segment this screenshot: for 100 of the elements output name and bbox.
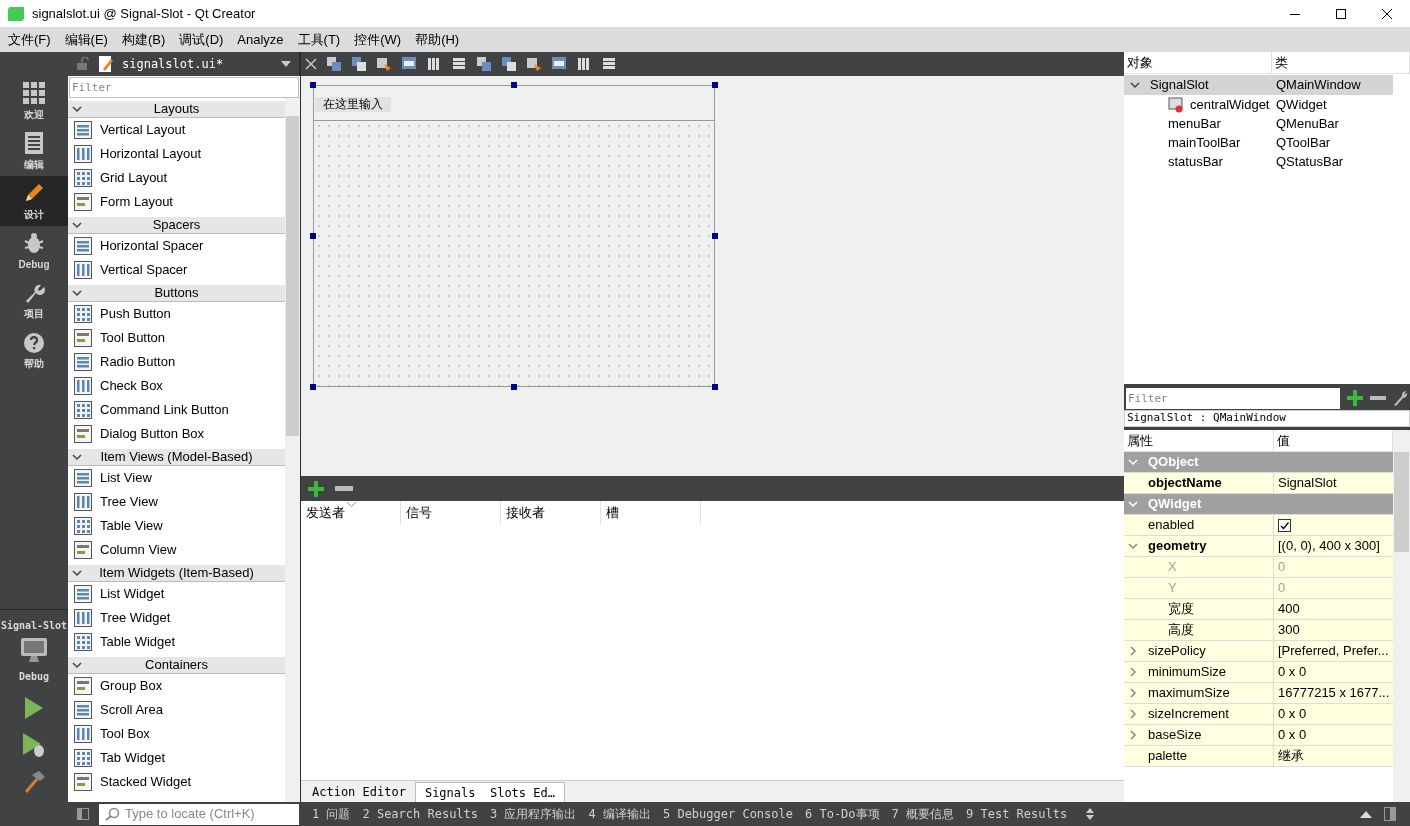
chevron-right-icon[interactable] xyxy=(1128,730,1138,740)
scrollbar[interactable] xyxy=(1393,430,1410,802)
resize-handle[interactable] xyxy=(511,82,517,88)
widget-item[interactable]: Vertical Spacer xyxy=(68,258,285,282)
minus-icon[interactable] xyxy=(1370,395,1386,401)
widget-item[interactable]: Check Box xyxy=(68,374,285,398)
menu-item[interactable]: 工具(T) xyxy=(291,29,347,50)
mode-button[interactable]: 欢迎 xyxy=(0,76,68,126)
property-value[interactable]: 0 x 0 xyxy=(1278,662,1307,682)
debug-run-icon[interactable] xyxy=(22,732,46,758)
category-header[interactable]: Buttons xyxy=(68,285,285,302)
scrollbar[interactable] xyxy=(285,98,300,802)
column-header[interactable]: 信号 xyxy=(401,501,501,525)
chevron-right-icon[interactable] xyxy=(1128,709,1138,719)
column-header[interactable]: 类 xyxy=(1272,52,1410,73)
widget-item[interactable]: List Widget xyxy=(68,582,285,606)
chevron-down-icon[interactable] xyxy=(72,104,82,114)
column-header[interactable]: 属性 xyxy=(1124,430,1274,451)
resize-handle[interactable] xyxy=(310,233,316,239)
category-header[interactable]: Item Widgets (Item-Based) xyxy=(68,565,285,582)
output-pane-button[interactable]: 3 应用程序输出 xyxy=(490,805,577,823)
output-pane-button[interactable]: 4 编译输出 xyxy=(588,805,651,823)
property-row[interactable]: 高度 300 xyxy=(1124,620,1393,641)
menu-item[interactable]: 文件(F) xyxy=(2,29,57,50)
tree-row[interactable]: centralWidget QWidget xyxy=(1124,95,1393,114)
menu-item[interactable]: 调试(D) xyxy=(173,29,230,50)
output-pane-button[interactable]: 9 Test Results xyxy=(966,805,1068,823)
widget-item[interactable]: Tool Button xyxy=(68,326,285,350)
property-value[interactable]: 400 xyxy=(1278,599,1300,619)
property-value[interactable]: [(0, 0), 400 x 300] xyxy=(1278,536,1380,556)
sidebar-toggle-icon[interactable] xyxy=(1384,807,1396,821)
widget-item[interactable]: Form Layout xyxy=(68,190,285,214)
resize-handle[interactable] xyxy=(511,384,517,390)
property-filter-field[interactable]: Filter xyxy=(1126,387,1340,409)
widget-item[interactable]: Grid Layout xyxy=(68,166,285,190)
output-pane-button[interactable]: 7 概要信息 xyxy=(891,805,955,823)
tree-row[interactable]: mainToolBar QToolBar xyxy=(1124,133,1393,152)
horizontal-bars-icon[interactable] xyxy=(451,56,467,72)
chevron-down-icon[interactable] xyxy=(1130,80,1140,90)
open-file-name[interactable]: signalslot.ui* xyxy=(122,55,224,73)
category-header[interactable]: Containers xyxy=(68,657,285,674)
output-pane-button[interactable]: 6 To-Do事项 xyxy=(805,805,880,823)
property-value[interactable]: SignalSlot xyxy=(1278,473,1337,493)
mode-button[interactable]: 设计 xyxy=(0,176,68,226)
form-window[interactable]: 在这里输入 xyxy=(313,85,715,387)
widget-item[interactable]: Table View xyxy=(68,514,285,538)
chevron-right-icon[interactable] xyxy=(1128,646,1138,656)
close-icon[interactable] xyxy=(305,58,317,70)
chevron-down-icon[interactable] xyxy=(72,660,82,670)
widget-item[interactable]: Tab Widget xyxy=(68,746,285,770)
widget-item[interactable]: Horizontal Spacer xyxy=(68,234,285,258)
property-row[interactable]: 宽度 400 xyxy=(1124,599,1393,620)
menu-item[interactable]: 编辑(E) xyxy=(58,29,114,50)
chevron-down-icon[interactable] xyxy=(72,288,82,298)
minus-icon[interactable] xyxy=(335,485,353,492)
menu-item[interactable]: Analyze xyxy=(231,29,290,50)
output-pane-button[interactable]: 1 问题 xyxy=(312,805,351,823)
widget-item[interactable]: Scroll Area xyxy=(68,698,285,722)
widget-item[interactable]: Radio Button xyxy=(68,350,285,374)
widget-item[interactable]: Dialog Button Box xyxy=(68,422,285,446)
widget-item[interactable]: Group Box xyxy=(68,674,285,698)
property-value[interactable]: 0 x 0 xyxy=(1278,704,1307,724)
run-icon[interactable] xyxy=(24,696,44,720)
widget-item[interactable]: Tree Widget xyxy=(68,606,285,630)
widget-item[interactable]: Vertical Layout xyxy=(68,118,285,142)
property-row[interactable]: baseSize 0 x 0 xyxy=(1124,725,1393,746)
plus-icon[interactable] xyxy=(1346,389,1364,407)
menu-item[interactable]: 帮助(H) xyxy=(409,29,466,50)
resize-handle[interactable] xyxy=(712,233,718,239)
resize-handle[interactable] xyxy=(310,82,316,88)
property-row[interactable]: maximumSize 16777215 x 1677... xyxy=(1124,683,1393,704)
property-value[interactable]: 16777215 x 1677... xyxy=(1278,683,1390,703)
property-row[interactable]: sizeIncrement 0 x 0 xyxy=(1124,704,1393,725)
dropdown-icon[interactable] xyxy=(281,61,291,67)
mode-button[interactable]: Debug xyxy=(0,226,68,276)
menu-placeholder[interactable]: 在这里输入 xyxy=(315,97,391,112)
mode-button[interactable]: 编辑 xyxy=(0,126,68,176)
category-header[interactable]: Spacers xyxy=(68,217,285,234)
locator-field[interactable]: Type to locate (Ctrl+K) xyxy=(99,803,299,825)
chevron-right-icon[interactable] xyxy=(1128,667,1138,677)
output-pane-button[interactable]: 2 Search Results xyxy=(362,805,479,823)
property-row[interactable]: enabled xyxy=(1124,515,1393,536)
chevron-right-icon[interactable] xyxy=(1128,688,1138,698)
mode-button[interactable]: 帮助 xyxy=(0,326,68,376)
chevron-down-icon[interactable] xyxy=(72,452,82,462)
checkbox[interactable] xyxy=(1278,518,1291,532)
tree-row[interactable]: menuBar QMenuBar xyxy=(1124,114,1393,133)
resize-handle[interactable] xyxy=(712,384,718,390)
property-value[interactable]: 300 xyxy=(1278,620,1300,640)
widget-item[interactable]: Push Button xyxy=(68,302,285,326)
property-row[interactable]: sizePolicy [Preferred, Prefer... xyxy=(1124,641,1393,662)
mode-button[interactable]: 项目 xyxy=(0,276,68,326)
resize-handle[interactable] xyxy=(310,384,316,390)
property-row[interactable]: geometry [(0, 0), 400 x 300] xyxy=(1124,536,1393,557)
kit-selector[interactable]: Debug xyxy=(18,637,50,684)
menu-item[interactable]: 构建(B) xyxy=(115,29,172,50)
widget-item[interactable]: List View xyxy=(68,466,285,490)
menu-item[interactable]: 控件(W) xyxy=(348,29,408,50)
widget-item[interactable]: Stacked Widget xyxy=(68,770,285,794)
output-pane-button[interactable]: 5 Debugger Console xyxy=(662,805,793,823)
